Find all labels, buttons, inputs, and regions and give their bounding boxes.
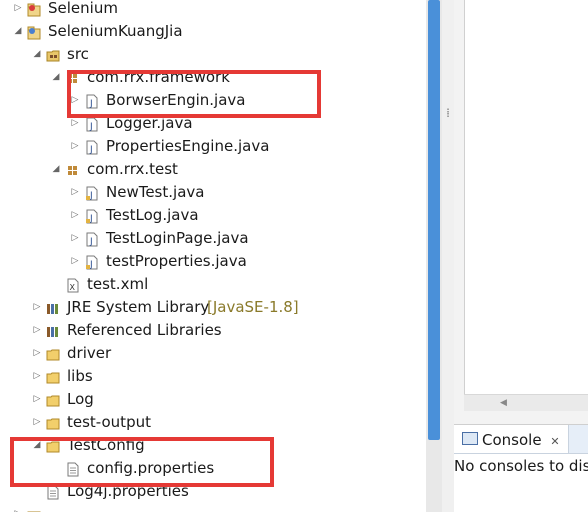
project-icon [27, 24, 41, 40]
tree-row-label: Selenium [48, 0, 118, 17]
highlight-box-borwserengin [67, 70, 321, 118]
java-file-icon: J [85, 139, 99, 155]
java-file-icon: J [85, 116, 99, 132]
collapse-arrow-icon[interactable]: ◢ [32, 43, 42, 66]
expand-arrow-icon[interactable]: ▷ [32, 319, 42, 342]
project-icon [27, 507, 41, 512]
tree-row-label: SeleniumKuangJia [48, 22, 183, 40]
folder-icon [46, 415, 60, 430]
close-icon[interactable]: ✕ [550, 435, 559, 448]
tree-row-newtest-java[interactable]: ▷ J NewTest.java [0, 181, 420, 204]
tree-row-propertiesengine-java[interactable]: ▷ J PropertiesEngine.java [0, 135, 420, 158]
tree-row-referenced-libraries[interactable]: ▷ Referenced Libraries [0, 319, 420, 342]
tree-row-partial[interactable]: ▷ [0, 503, 420, 512]
xml-file-icon: X [66, 277, 80, 293]
folder-icon [46, 392, 60, 407]
expand-arrow-icon[interactable]: ▷ [13, 503, 23, 512]
tree-row-testproperties-java[interactable]: ▷ J testProperties.java [0, 250, 420, 273]
tree-row-label: Referenced Libraries [67, 321, 222, 339]
expand-arrow-icon[interactable]: ▷ [32, 342, 42, 365]
tree-row-label: test-output [67, 413, 151, 431]
scroll-left-arrow-icon[interactable]: ◀ [500, 395, 507, 411]
collapse-arrow-icon[interactable]: ◢ [51, 158, 61, 181]
highlight-box-config-properties [10, 437, 274, 487]
console-view: Console ✕ No consoles to dis [454, 424, 588, 513]
package-icon [66, 162, 80, 177]
tab-console[interactable]: Console ✕ [454, 425, 569, 453]
tree-row-package-test[interactable]: ◢ com.rrx.test [0, 158, 420, 181]
expand-arrow-icon[interactable]: ▷ [32, 365, 42, 388]
java-file-icon: J [85, 185, 99, 201]
editor-area[interactable] [464, 0, 588, 394]
tree-row-label: NewTest.java [106, 183, 205, 201]
tree-row-label: JRE System Library [67, 298, 210, 316]
expand-arrow-icon[interactable]: ▷ [70, 181, 80, 204]
svg-text:X: X [70, 283, 76, 292]
expand-arrow-icon[interactable]: ▷ [13, 0, 23, 20]
tree-row-jre-system-library[interactable]: ▷ JRE System Library [JavaSE-1.8] [0, 296, 420, 319]
tree-row-label: testProperties.java [106, 252, 247, 270]
tree-row-log[interactable]: ▷ Log [0, 388, 420, 411]
tree-row-test-output[interactable]: ▷ test-output [0, 411, 420, 434]
tree-row-seleniumkuangjia[interactable]: ◢ SeleniumKuangJia [0, 20, 420, 43]
pane-splitter[interactable]: ⁞ [442, 0, 454, 512]
expand-arrow-icon[interactable]: ▷ [32, 388, 42, 411]
project-icon [27, 1, 41, 17]
console-icon [462, 432, 478, 445]
scrollbar-thumb[interactable] [428, 0, 440, 440]
package-explorer-tree: ▷ Selenium ◢ SeleniumKuangJia ◢ src ◢ co… [0, 0, 426, 512]
tree-row-label: PropertiesEngine.java [106, 137, 270, 155]
tree-row-decoration: [JavaSE-1.8] [207, 298, 299, 316]
expand-arrow-icon[interactable]: ▷ [70, 227, 80, 250]
tree-row-label: TestLog.java [106, 206, 199, 224]
console-tab-bar: Console ✕ [454, 425, 588, 454]
expand-arrow-icon[interactable]: ▷ [32, 411, 42, 434]
tree-row-testloginpage-java[interactable]: ▷ J TestLoginPage.java [0, 227, 420, 250]
tree-row-label: com.rrx.test [87, 160, 178, 178]
tree-row-label: libs [67, 367, 93, 385]
tree-row-label: src [67, 45, 89, 63]
console-tab-label: Console [482, 431, 542, 449]
tree-row-test-xml[interactable]: X test.xml [0, 273, 420, 296]
tree-row-selenium[interactable]: ▷ Selenium [0, 0, 420, 20]
tree-row-testlog-java[interactable]: ▷ J TestLog.java [0, 204, 420, 227]
expand-arrow-icon[interactable]: ▷ [70, 204, 80, 227]
editor-horizontal-scrollbar[interactable]: ◀ [464, 394, 588, 411]
collapse-arrow-icon[interactable]: ◢ [13, 20, 23, 43]
source-folder-icon [46, 47, 60, 62]
tree-row-label: TestLoginPage.java [106, 229, 249, 247]
tree-row-libs[interactable]: ▷ libs [0, 365, 420, 388]
tree-row-label: driver [67, 344, 112, 362]
library-icon [46, 300, 60, 315]
expand-arrow-icon[interactable]: ▷ [70, 135, 80, 158]
explorer-vertical-scrollbar[interactable] [426, 0, 442, 512]
svg-text:J: J [89, 145, 93, 155]
splitter-grip-icon[interactable]: ⁞ [443, 106, 453, 120]
console-message: No consoles to dis [454, 457, 588, 475]
tree-row-src[interactable]: ◢ src [0, 43, 420, 66]
collapse-arrow-icon[interactable]: ◢ [51, 66, 61, 89]
svg-text:J: J [89, 237, 93, 247]
tree-row-label: test.xml [87, 275, 149, 293]
tree-row-driver[interactable]: ▷ driver [0, 342, 420, 365]
expand-arrow-icon[interactable]: ▷ [70, 250, 80, 273]
folder-icon [46, 346, 60, 361]
folder-icon [46, 369, 60, 384]
java-file-icon: J [85, 231, 99, 247]
expand-arrow-icon[interactable]: ▷ [32, 296, 42, 319]
java-file-icon: J [85, 208, 99, 224]
tree-row-label: Log [67, 390, 94, 408]
library-icon [46, 323, 60, 338]
java-file-icon: J [85, 254, 99, 270]
editor-region: ◀ Console ✕ No consoles to dis [454, 0, 588, 513]
svg-text:J: J [89, 122, 93, 132]
